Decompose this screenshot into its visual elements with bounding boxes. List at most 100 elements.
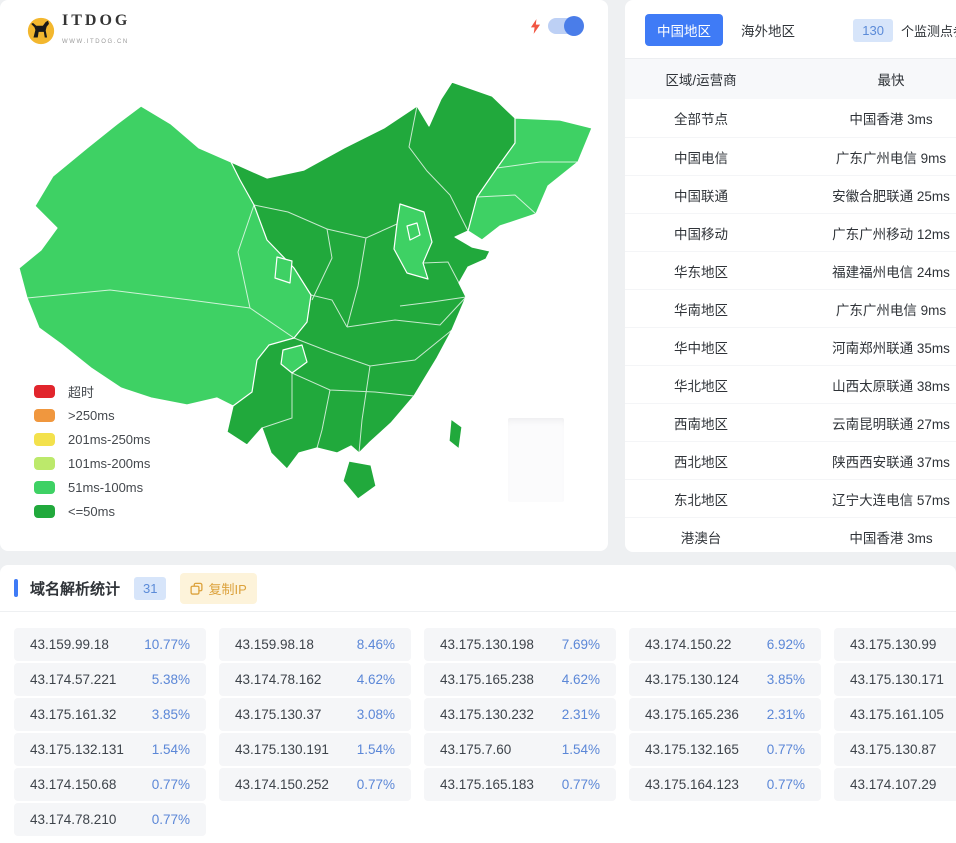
legend-item: 201ms-250ms <box>34 427 150 451</box>
ip-address: 43.175.165.238 <box>440 672 534 687</box>
ip-address: 43.174.78.162 <box>235 672 321 687</box>
ip-cell: 43.174.78.1624.62% <box>219 663 411 696</box>
ip-cell: 43.174.107.29 <box>834 768 956 801</box>
tab-中国地区[interactable]: 中国地区 <box>645 14 723 46</box>
fastest-value: 山西太原联通 38ms <box>777 375 956 395</box>
legend-item: 101ms-200ms <box>34 451 150 475</box>
legend-label: 51ms-100ms <box>68 480 143 495</box>
ip-cell: 43.174.150.252 0.77% <box>219 768 411 801</box>
region-row[interactable]: 华南地区广东广州电信 9ms <box>625 289 956 327</box>
ip-percentage: 7.69% <box>562 637 600 652</box>
region-row[interactable]: 华中地区河南郑州联通 35ms <box>625 327 956 365</box>
legend-label: 超时 <box>68 382 94 401</box>
monitor-count-badge: 130 <box>853 19 893 42</box>
ip-address: 43.175.164.123 <box>645 777 739 792</box>
legend-label: <=50ms <box>68 504 115 519</box>
fastest-value: 福建福州电信 24ms <box>777 261 956 281</box>
fastest-value: 广东广州移动 12ms <box>777 223 956 243</box>
ip-address: 43.174.107.29 <box>850 777 936 792</box>
region-row[interactable]: 东北地区辽宁大连电信 57ms <box>625 479 956 517</box>
copy-ip-button[interactable]: 复制IP <box>180 573 256 604</box>
ip-address: 43.175.130.37 <box>235 707 321 722</box>
ip-percentage: 1.54% <box>357 742 395 757</box>
ip-cell: 43.175.165.2362.31% <box>629 698 821 731</box>
ip-cell: 43.174.78.2100.77% <box>14 803 206 836</box>
ip-percentage: 0.77% <box>562 777 600 792</box>
map-region-taiwan <box>449 419 462 449</box>
ip-cell: 43.175.130.87 <box>834 733 956 766</box>
region-row[interactable]: 全部节点中国香港 3ms <box>625 99 956 137</box>
itdog-logo-link[interactable]: ITDOG WWW.ITDOG.CN <box>26 12 130 48</box>
ip-address: 43.175.130.191 <box>235 742 329 757</box>
region-name: 西南地区 <box>625 413 777 433</box>
ip-percentage: 0.77% <box>152 777 190 792</box>
region-row[interactable]: 中国移动广东广州移动 12ms <box>625 213 956 251</box>
ip-cell: 43.175.165.2384.62% <box>424 663 616 696</box>
header-region: 区域/运营商 <box>625 69 777 89</box>
region-row[interactable]: 港澳台中国香港 3ms <box>625 517 956 555</box>
ip-cell: 43.175.130.191 1.54% <box>219 733 411 766</box>
dog-logo-icon <box>26 15 56 45</box>
ip-cell: 43.175.7.601.54% <box>424 733 616 766</box>
dns-stats-card: 域名解析统计 31 复制IP 43.159.99.1810.77%43.159.… <box>0 565 956 843</box>
tab-海外地区[interactable]: 海外地区 <box>729 14 807 46</box>
fastest-value: 河南郑州联通 35ms <box>777 337 956 357</box>
region-name: 中国电信 <box>625 147 777 167</box>
ip-cell: 43.175.130.373.08% <box>219 698 411 731</box>
region-row[interactable]: 华北地区山西太原联通 38ms <box>625 365 956 403</box>
ip-address: 43.175.130.198 <box>440 637 534 652</box>
region-name: 中国联通 <box>625 185 777 205</box>
ip-cell: 43.175.130.2322.31% <box>424 698 616 731</box>
map-tools <box>530 18 582 34</box>
map-region-hainan <box>343 461 376 499</box>
monitor-count-group: 130 个监测点参与测试 <box>853 19 956 42</box>
legend-swatch <box>34 385 55 398</box>
dns-stats-title: 域名解析统计 <box>30 578 120 599</box>
region-name: 中国移动 <box>625 223 777 243</box>
legend-swatch <box>34 505 55 518</box>
copy-icon <box>190 582 203 595</box>
region-row[interactable]: 华东地区福建福州电信 24ms <box>625 251 956 289</box>
logo-title: ITDOG <box>62 12 130 29</box>
ip-cell: 43.175.130.198 7.69% <box>424 628 616 661</box>
ip-percentage: 0.77% <box>357 777 395 792</box>
fastest-value: 广东广州电信 9ms <box>777 147 956 167</box>
legend-label: 101ms-200ms <box>68 456 150 471</box>
ip-percentage: 1.54% <box>562 742 600 757</box>
region-name: 东北地区 <box>625 489 777 509</box>
fastest-value: 中国香港 3ms <box>777 108 956 128</box>
ip-cell: 43.175.132.1311.54% <box>14 733 206 766</box>
ip-percentage: 8.46% <box>357 637 395 652</box>
ip-cell: 43.175.130.124 3.85% <box>629 663 821 696</box>
ip-percentage: 3.85% <box>767 672 805 687</box>
region-name: 华北地区 <box>625 375 777 395</box>
ip-address: 43.175.165.236 <box>645 707 739 722</box>
ip-percentage: 2.31% <box>562 707 600 722</box>
legend-swatch <box>34 433 55 446</box>
map-legend: 超时>250ms201ms-250ms101ms-200ms51ms-100ms… <box>34 379 150 523</box>
ip-address: 43.175.161.32 <box>30 707 116 722</box>
ip-count-badge: 31 <box>134 577 166 600</box>
toggle-knob <box>564 16 584 36</box>
dns-stats-header: 域名解析统计 31 复制IP <box>0 565 956 612</box>
legend-item: 51ms-100ms <box>34 475 150 499</box>
region-row[interactable]: 中国电信广东广州电信 9ms <box>625 137 956 175</box>
speed-mode-toggle[interactable] <box>548 18 582 34</box>
ip-address: 43.175.130.171 <box>850 672 944 687</box>
ip-address: 43.175.130.124 <box>645 672 739 687</box>
ip-address: 43.174.78.210 <box>30 812 116 827</box>
region-name: 西北地区 <box>625 451 777 471</box>
ip-address: 43.175.165.183 <box>440 777 534 792</box>
region-row[interactable]: 西北地区陕西西安联通 37ms <box>625 441 956 479</box>
ip-cell: 43.175.165.183 0.77% <box>424 768 616 801</box>
ip-cell: 43.175.132.1650.77% <box>629 733 821 766</box>
region-row[interactable]: 西南地区云南昆明联通 27ms <box>625 403 956 441</box>
ip-address: 43.159.99.18 <box>30 637 109 652</box>
ip-address: 43.175.132.131 <box>30 742 124 757</box>
ip-address: 43.174.150.252 <box>235 777 329 792</box>
ip-cell: 43.175.130.99 <box>834 628 956 661</box>
fastest-value: 广东广州电信 9ms <box>777 299 956 319</box>
ip-cell: 43.175.161.105 <box>834 698 956 731</box>
region-row[interactable]: 中国联通安徽合肥联通 25ms <box>625 175 956 213</box>
region-table-body: 全部节点中国香港 3ms中国电信广东广州电信 9ms中国联通安徽合肥联通 25m… <box>625 99 956 555</box>
